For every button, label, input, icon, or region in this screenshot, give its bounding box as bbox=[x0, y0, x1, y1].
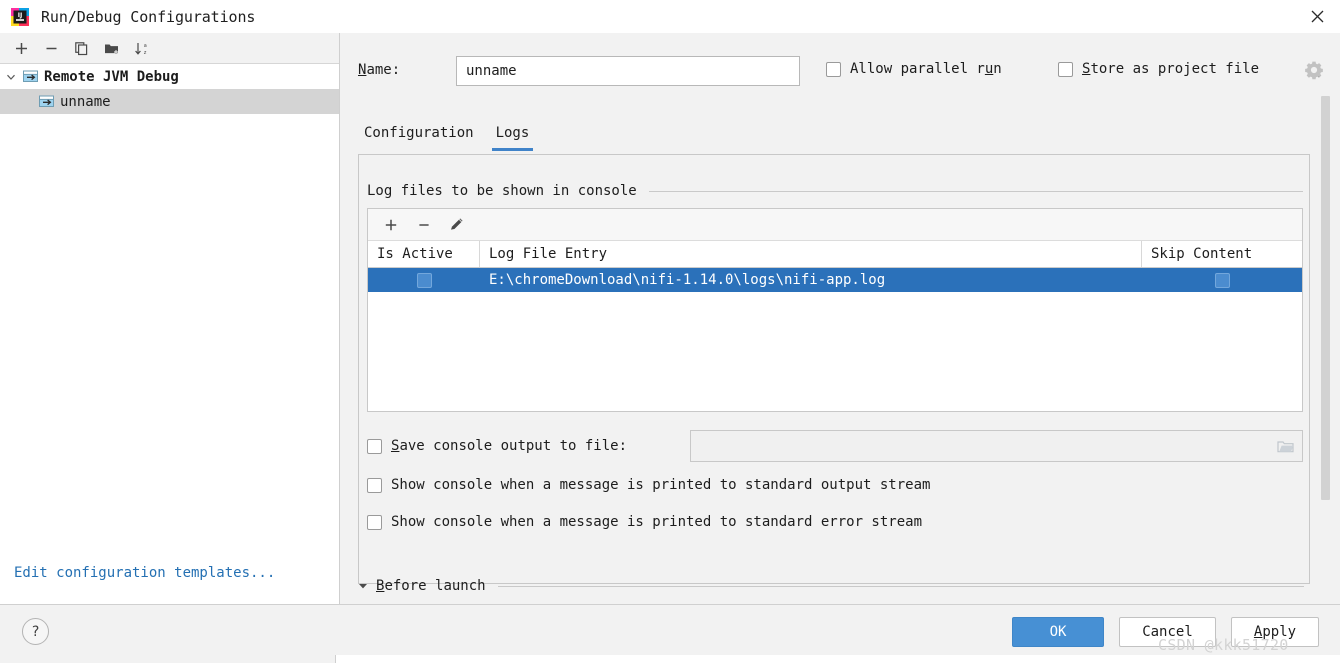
dialog-footer: ? OK Cancel Apply bbox=[0, 604, 1340, 655]
remove-log-file-button[interactable] bbox=[411, 214, 436, 236]
name-label: Name: bbox=[358, 62, 401, 78]
configuration-content-panel: Name: Allow parallel run Store as projec… bbox=[342, 33, 1340, 605]
svg-text:IJ: IJ bbox=[18, 12, 23, 19]
copy-configuration-button[interactable] bbox=[68, 36, 95, 60]
tree-group-remote-jvm-debug[interactable]: Remote JVM Debug bbox=[0, 64, 339, 89]
apply-button[interactable]: Apply bbox=[1231, 617, 1319, 647]
checkbox-box[interactable] bbox=[826, 61, 841, 77]
save-console-output-label: Save console output to file: bbox=[391, 438, 628, 454]
content-scrollbar[interactable] bbox=[1321, 96, 1330, 600]
window-title: Run/Debug Configurations bbox=[41, 7, 256, 26]
ok-button[interactable]: OK bbox=[1012, 617, 1104, 647]
checkbox-box[interactable] bbox=[367, 514, 382, 530]
svg-text:z: z bbox=[144, 50, 147, 56]
save-console-output-checkbox[interactable]: Save console output to file: bbox=[367, 438, 627, 454]
skip-content-checkbox[interactable] bbox=[1214, 272, 1230, 288]
column-header-skip-content[interactable]: Skip Content bbox=[1142, 241, 1302, 267]
chevron-down-icon[interactable] bbox=[0, 72, 22, 82]
allow-parallel-run-label: Allow parallel run bbox=[850, 61, 1002, 77]
tab-logs-label: Logs bbox=[495, 125, 530, 141]
store-as-project-file-label: Store as project file bbox=[1082, 61, 1260, 77]
intellij-idea-logo-icon: IJ bbox=[10, 7, 30, 27]
dialog-bottom-strip bbox=[0, 655, 1340, 663]
remove-configuration-button[interactable] bbox=[38, 36, 65, 60]
section-divider bbox=[648, 190, 1303, 192]
save-console-output-row: Save console output to file: bbox=[367, 430, 1303, 462]
column-header-log-file-entry[interactable]: Log File Entry bbox=[480, 241, 1142, 267]
before-launch-label: Before launch bbox=[376, 578, 486, 594]
log-files-table-toolbar bbox=[368, 209, 1302, 241]
edit-log-file-button[interactable] bbox=[444, 214, 469, 236]
close-icon[interactable] bbox=[1294, 0, 1340, 33]
chevron-down-icon[interactable] bbox=[358, 582, 376, 590]
gear-dropdown-icon[interactable] bbox=[1304, 60, 1324, 80]
run-config-icon bbox=[38, 94, 56, 109]
tree-item-unname[interactable]: unname bbox=[0, 89, 339, 114]
column-header-is-active[interactable]: Is Active bbox=[368, 241, 480, 267]
edit-configuration-templates-link[interactable]: Edit configuration templates... bbox=[14, 565, 275, 581]
store-as-project-file-checkbox[interactable]: Store as project file bbox=[1058, 61, 1259, 77]
section-divider bbox=[497, 585, 1304, 587]
allow-parallel-run-checkbox[interactable]: Allow parallel run bbox=[826, 61, 1002, 77]
configuration-tabs: Configuration Logs bbox=[360, 121, 534, 151]
add-log-file-button[interactable] bbox=[378, 214, 403, 236]
log-files-table-header: Is Active Log File Entry Skip Content bbox=[368, 241, 1302, 268]
tab-configuration[interactable]: Configuration bbox=[360, 121, 478, 151]
show-console-stdout-label: Show console when a message is printed t… bbox=[391, 477, 931, 493]
tab-logs[interactable]: Logs bbox=[491, 121, 534, 151]
tree-item-label: unname bbox=[60, 93, 111, 110]
name-input[interactable] bbox=[456, 56, 800, 86]
new-folder-button[interactable] bbox=[98, 36, 125, 60]
log-files-section-label: Log files to be shown in console bbox=[367, 183, 637, 199]
log-files-table: Is Active Log File Entry Skip Content E:… bbox=[367, 208, 1303, 412]
cell-skip-content[interactable] bbox=[1142, 268, 1302, 292]
tree-group-label: Remote JVM Debug bbox=[44, 68, 179, 85]
log-files-section-title: Log files to be shown in console bbox=[367, 183, 1303, 199]
add-configuration-button[interactable] bbox=[8, 36, 35, 60]
cancel-button[interactable]: Cancel bbox=[1119, 617, 1216, 647]
run-debug-configurations-dialog: IJ Run/Debug Configurations a z Remote J… bbox=[0, 0, 1340, 663]
sort-alphabetically-button[interactable]: a z bbox=[128, 36, 155, 60]
checkbox-box[interactable] bbox=[367, 438, 382, 454]
show-console-stderr-checkbox[interactable]: Show console when a message is printed t… bbox=[367, 514, 922, 530]
table-row[interactable]: E:\chromeDownload\nifi-1.14.0\logs\nifi-… bbox=[368, 268, 1302, 292]
help-icon[interactable]: ? bbox=[22, 618, 49, 645]
checkbox-box[interactable] bbox=[367, 477, 382, 493]
show-console-stdout-checkbox[interactable]: Show console when a message is printed t… bbox=[367, 477, 930, 493]
svg-text:a: a bbox=[144, 43, 147, 49]
cell-is-active[interactable] bbox=[368, 268, 480, 292]
tab-configuration-label: Configuration bbox=[364, 125, 474, 141]
title-bar: IJ Run/Debug Configurations bbox=[0, 0, 1340, 34]
scrollbar-thumb[interactable] bbox=[1321, 96, 1330, 500]
checkbox-box[interactable] bbox=[1058, 61, 1073, 77]
show-console-stderr-label: Show console when a message is printed t… bbox=[391, 514, 923, 530]
sidebar-toolbar: a z bbox=[0, 33, 339, 64]
before-launch-section[interactable]: Before launch bbox=[358, 578, 1304, 594]
configurations-tree: Remote JVM Debug unname bbox=[0, 64, 339, 114]
logs-panel: Log files to be shown in console Is Acti… bbox=[358, 154, 1310, 584]
configurations-sidebar: a z Remote JVM Debug unname Edit configu… bbox=[0, 33, 340, 605]
remote-jvm-debug-icon bbox=[22, 69, 40, 84]
folder-browse-icon[interactable] bbox=[1277, 439, 1294, 454]
save-console-output-field[interactable] bbox=[690, 430, 1303, 462]
cell-log-file-entry[interactable]: E:\chromeDownload\nifi-1.14.0\logs\nifi-… bbox=[480, 268, 1142, 292]
bottom-strip-left-segment bbox=[0, 655, 336, 663]
is-active-checkbox[interactable] bbox=[416, 272, 432, 288]
